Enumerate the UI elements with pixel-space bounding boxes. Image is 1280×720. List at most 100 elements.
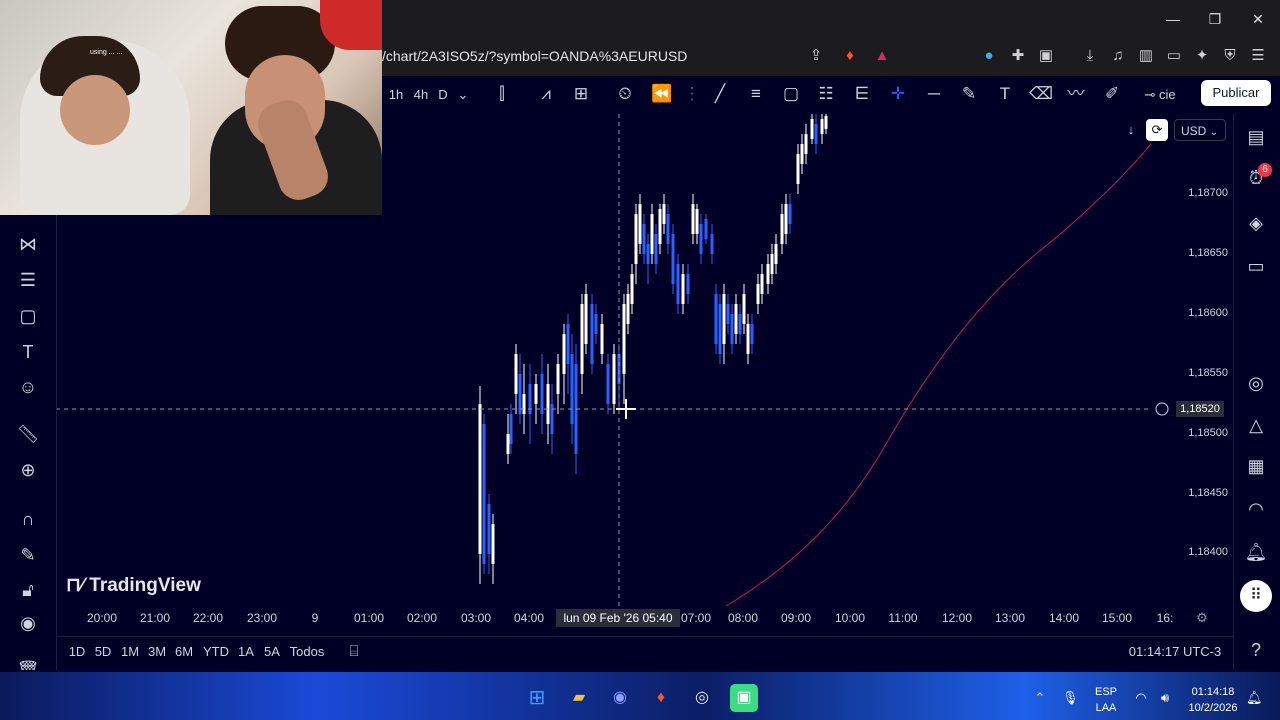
ideas-icon[interactable]: △ [1242, 411, 1270, 439]
range-5a[interactable]: 5A [261, 642, 283, 662]
range-1m[interactable]: 1M [118, 642, 142, 662]
close-button[interactable]: ✕ [1243, 8, 1273, 30]
shapes-icon[interactable]: ▢ [14, 302, 42, 330]
alert-icon[interactable]: ⏲ [613, 82, 637, 106]
trash-icon[interactable]: 🗑︎ [14, 656, 42, 670]
candle-body [654, 234, 658, 264]
pen-icon[interactable]: ✐ [1100, 82, 1124, 106]
indicators-icon[interactable]: ⩘ [534, 82, 558, 106]
publish-button[interactable]: Publicar [1201, 80, 1271, 106]
range-ytd[interactable]: YTD [201, 642, 231, 662]
wallet-icon[interactable]: ▣ [1036, 46, 1056, 66]
music-icon[interactable]: ♫ [1108, 46, 1128, 66]
microphone-icon[interactable]: 🎙︎ [1062, 690, 1079, 706]
trend-line-icon[interactable]: ╱ [708, 82, 732, 106]
eraser-icon[interactable]: ⌫ [1029, 82, 1053, 106]
settings-icon[interactable]: ⚙ [1194, 610, 1210, 626]
candle-body [804, 134, 808, 154]
time-label: 13:00 [994, 611, 1026, 625]
interval-4h[interactable]: 4h [411, 84, 431, 106]
notification-bell-icon[interactable]: 🔔︎ [1246, 690, 1263, 706]
bar-style-icon[interactable]: ⫿ [490, 82, 514, 106]
candle-body [514, 354, 518, 394]
candle-body [742, 294, 746, 324]
range-all[interactable]: Todos [288, 642, 326, 662]
maximize-button[interactable]: ❐ [1200, 8, 1230, 30]
calendar-icon[interactable]: ▦ [1242, 452, 1270, 480]
minimize-button[interactable]: — [1158, 8, 1188, 30]
text-icon[interactable]: T [14, 338, 42, 366]
android-icon[interactable]: ▣ [730, 684, 758, 712]
file-explorer-icon[interactable]: ▰ [565, 684, 593, 712]
lock-drawing-icon[interactable]: ✎ [14, 541, 42, 569]
candle-body [562, 334, 566, 374]
wifi-icon[interactable]: ◠ [1132, 690, 1150, 706]
zoom-icon[interactable]: ⊕ [14, 456, 42, 484]
leo-icon[interactable]: ✦ [1192, 46, 1212, 66]
watchlist-icon[interactable]: ▤ [1242, 123, 1270, 151]
volume-icon[interactable]: 🔊︎ [1156, 690, 1174, 706]
chat-icon[interactable]: ▭ [1242, 252, 1270, 280]
auto-scale-icon[interactable]: ⟳ [1146, 119, 1168, 141]
crosshair-icon[interactable]: ✛ [886, 82, 910, 106]
tray-chevron-icon[interactable]: ⌃ [1032, 690, 1048, 706]
vpn-icon[interactable]: ⛨ [1220, 46, 1240, 66]
layers-icon[interactable]: ◈ [1242, 209, 1270, 237]
eye-icon[interactable]: ◉ [14, 609, 42, 637]
brush-icon[interactable]: ✎ [957, 82, 981, 106]
brave-icon[interactable]: ♦ [647, 684, 675, 712]
magnet-icon[interactable]: ∩ [14, 505, 42, 533]
menu-icon[interactable]: ☰ [1248, 46, 1268, 66]
date-range-icon[interactable]: ⌸ [342, 642, 366, 662]
interval-1h[interactable]: 1h [387, 84, 405, 106]
discord-icon[interactable]: ◉ [606, 684, 634, 712]
rewards-icon[interactable]: ▲ [872, 46, 892, 66]
horizontal-line-icon[interactable]: ─ [922, 82, 946, 106]
wallet2-icon[interactable]: ▭ [1164, 46, 1184, 66]
parallel-lines-icon[interactable]: ≡ [744, 82, 768, 106]
emoji-icon[interactable]: ☺ [14, 373, 42, 401]
notifications-icon[interactable]: 🔔︎ [1242, 538, 1270, 566]
pitchfork-icon[interactable]: ⋈ [14, 230, 42, 258]
layouts-icon[interactable]: ⊞ [569, 82, 593, 106]
puzzle-icon[interactable]: ✚ [1008, 46, 1028, 66]
range-5d[interactable]: 5D [92, 642, 114, 662]
extension-icon[interactable]: ● [979, 46, 999, 66]
range-1d[interactable]: 1D [66, 642, 88, 662]
time-label: 07:00 [681, 611, 712, 625]
interval-d[interactable]: D [436, 84, 450, 106]
apps-grid-icon[interactable]: ⠿ [1240, 580, 1272, 612]
scroll-down-icon[interactable]: ↓ [1121, 121, 1141, 139]
obs-icon[interactable]: ◎ [688, 684, 716, 712]
brave-shield-icon[interactable]: ♦ [840, 46, 860, 66]
currency-select[interactable]: USD ⌄ [1174, 119, 1226, 141]
fib-icon[interactable]: ☷ [814, 82, 838, 106]
taskbar-clock[interactable]: 01:14:18 10/2/2026 [1184, 684, 1242, 716]
lang-layout: LAA [1095, 702, 1117, 714]
lock-icon[interactable]: 🔓︎ [14, 576, 42, 604]
ruler-icon[interactable]: 📏︎ [14, 420, 42, 448]
start-icon[interactable]: ⊞ [523, 684, 551, 712]
range-6m[interactable]: 6M [173, 642, 195, 662]
path-icon[interactable]: 〰 [1064, 82, 1088, 106]
drag-handle-icon[interactable]: ⋮ [680, 82, 704, 106]
help-icon[interactable]: ? [1242, 636, 1270, 664]
range-1a[interactable]: 1A [235, 642, 257, 662]
stream-icon[interactable]: ◠ [1242, 495, 1270, 523]
candle-body [722, 294, 726, 344]
text-tool-icon[interactable]: T [993, 82, 1017, 106]
target-icon[interactable]: ◎ [1242, 369, 1270, 397]
download-icon[interactable]: ⤓ [1080, 46, 1100, 66]
pattern-icon[interactable]: ⋿ [850, 82, 874, 106]
replay-icon[interactable]: ⏪ [650, 82, 674, 106]
rectangle-icon[interactable]: ▢ [779, 82, 803, 106]
interval-dropdown-icon[interactable]: ⌄ [456, 84, 470, 106]
candle-body [726, 304, 730, 324]
share-icon[interactable]: ⇪ [806, 46, 826, 66]
sidebar-icon[interactable]: ▥ [1136, 46, 1156, 66]
utc-clock[interactable]: 01:14:17 UTC-3 [1120, 642, 1230, 662]
search-label[interactable]: ⊸ cie [1136, 84, 1184, 106]
language-indicator[interactable]: ESP LAA [1094, 684, 1118, 716]
range-3m[interactable]: 3M [146, 642, 168, 662]
fib-tools-icon[interactable]: ☰ [14, 266, 42, 294]
